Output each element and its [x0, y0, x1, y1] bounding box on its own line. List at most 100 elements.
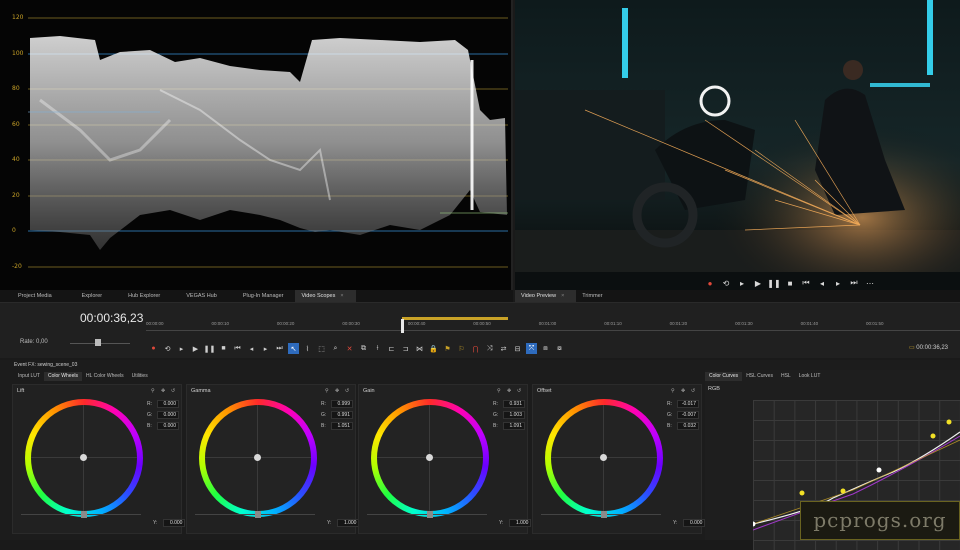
y-value-field[interactable]: 0.000: [683, 519, 706, 527]
rewind-button[interactable]: ◂: [817, 278, 827, 288]
playhead-cursor[interactable]: [401, 319, 404, 333]
reset-icon[interactable]: ↺: [517, 388, 521, 394]
auto-crossfade-button[interactable]: ⤨: [484, 343, 495, 354]
tab-explorer[interactable]: Explorer: [64, 290, 114, 302]
reset-icon[interactable]: ↺: [691, 388, 695, 394]
b-value-field[interactable]: 1.091: [503, 421, 525, 430]
forward-button[interactable]: ▸: [833, 278, 843, 288]
wheel-handle[interactable]: [254, 454, 261, 461]
b-value-field[interactable]: 0.000: [157, 421, 179, 430]
split-button[interactable]: ⟊: [372, 343, 383, 354]
zoom-tool-button[interactable]: ⌕: [330, 343, 341, 354]
play-from-start-button[interactable]: ▸: [176, 343, 187, 354]
y-value-field[interactable]: 0.000: [163, 519, 186, 527]
trim-end-button[interactable]: ⊐: [400, 343, 411, 354]
tab-trimmer[interactable]: Trimmer: [576, 290, 614, 302]
next-frame-button[interactable]: ⏭: [849, 278, 859, 288]
timeline-ruler[interactable]: 00:00:00 00:00:10 00:00:20 00:00:30 00:00:40…: [146, 319, 960, 333]
tab-hl-color-wheels[interactable]: HL Color Wheels: [82, 372, 128, 381]
more-options-icon[interactable]: ⋯: [865, 278, 875, 288]
previous-frame-button[interactable]: ◂: [246, 343, 257, 354]
tab-hub-explorer[interactable]: Hub Explorer: [114, 290, 172, 302]
marker-button[interactable]: ⚑: [442, 343, 453, 354]
play-button[interactable]: ▶: [190, 343, 201, 354]
tab-look-lut[interactable]: Look LUT: [795, 372, 825, 381]
g-value-field[interactable]: 0.000: [157, 410, 179, 419]
tab-video-scopes[interactable]: Video Scopes ×: [295, 290, 356, 302]
region-button[interactable]: ⚐: [456, 343, 467, 354]
normal-edit-tool-button[interactable]: ↖: [288, 343, 299, 354]
curve-point[interactable]: [930, 433, 936, 439]
play-button[interactable]: ▶: [753, 278, 763, 288]
b-value-field[interactable]: 1.051: [331, 421, 353, 430]
lock-envelopes-button[interactable]: 🔒: [428, 343, 439, 354]
luma-slider-knob[interactable]: [427, 511, 433, 518]
reset-icon[interactable]: ↺: [345, 388, 349, 394]
loop-region[interactable]: [402, 317, 508, 320]
loop-playback-button[interactable]: ⟲: [162, 343, 173, 354]
g-value-field[interactable]: -0.007: [677, 410, 699, 419]
target-icon[interactable]: ✥: [161, 388, 165, 394]
tab-utilities[interactable]: Utilities: [128, 372, 152, 381]
group-button[interactable]: ⧈: [540, 343, 551, 354]
y-value-field[interactable]: 1.000: [509, 519, 532, 527]
wheel-handle[interactable]: [80, 454, 87, 461]
tab-plugin-manager[interactable]: Plug-In Manager: [229, 290, 296, 302]
envelope-tool-button[interactable]: ⌇: [302, 343, 313, 354]
ignore-grouping-button[interactable]: ⊟: [512, 343, 523, 354]
pause-button[interactable]: ❚❚: [204, 343, 216, 354]
r-value-field[interactable]: -0.017: [677, 399, 699, 408]
tab-color-wheels[interactable]: Color Wheels: [43, 372, 82, 381]
eyedropper-icon[interactable]: ⚲: [325, 388, 329, 394]
eyedropper-icon[interactable]: ⚲: [497, 388, 501, 394]
trim-button[interactable]: ⧉: [358, 343, 369, 354]
selection-tool-button[interactable]: ⬚: [316, 343, 327, 354]
g-value-field[interactable]: 0.991: [331, 410, 353, 419]
target-icon[interactable]: ✥: [507, 388, 511, 394]
loop-button[interactable]: ⟲: [721, 278, 731, 288]
luma-slider-knob[interactable]: [601, 511, 607, 518]
rate-slider-knob[interactable]: [95, 339, 101, 346]
wheel-handle[interactable]: [600, 454, 607, 461]
ungroup-button[interactable]: ⧇: [554, 343, 565, 354]
snapping-button[interactable]: ⋂: [470, 343, 481, 354]
r-value-field[interactable]: 0.999: [331, 399, 353, 408]
go-to-start-button[interactable]: ⏮: [232, 343, 243, 354]
target-icon[interactable]: ✥: [681, 388, 685, 394]
curve-point[interactable]: [753, 521, 756, 527]
wheel-handle[interactable]: [426, 454, 433, 461]
luma-slider-knob[interactable]: [255, 511, 261, 518]
tab-hsl-curves[interactable]: HSL Curves: [742, 372, 777, 381]
eyedropper-icon[interactable]: ⚲: [671, 388, 675, 394]
play-from-start-button[interactable]: ▸: [737, 278, 747, 288]
auto-ripple-button[interactable]: ⇄: [498, 343, 509, 354]
g-value-field[interactable]: 1.003: [503, 410, 525, 419]
stop-button[interactable]: ■: [785, 278, 795, 288]
record-button[interactable]: ●: [705, 278, 715, 288]
tab-color-curves[interactable]: Color Curves: [705, 372, 743, 381]
tab-vegas-hub[interactable]: VEGAS Hub: [172, 290, 229, 302]
y-value-field[interactable]: 1.000: [337, 519, 360, 527]
tab-video-preview[interactable]: Video Preview ×: [515, 290, 577, 302]
tab-input-lut[interactable]: Input LUT: [14, 372, 44, 381]
curve-point[interactable]: [799, 490, 805, 496]
previous-frame-button[interactable]: ⏮: [801, 278, 811, 288]
r-value-field[interactable]: 0.000: [157, 399, 179, 408]
tab-hsl[interactable]: HSL: [777, 372, 795, 381]
trim-start-button[interactable]: ⊏: [386, 343, 397, 354]
ripple-button[interactable]: ⋈: [414, 343, 425, 354]
close-icon[interactable]: ×: [340, 293, 343, 299]
reset-icon[interactable]: ↺: [171, 388, 175, 394]
curve-point[interactable]: [946, 419, 952, 425]
curve-point[interactable]: [876, 467, 882, 473]
record-button[interactable]: ●: [148, 343, 159, 354]
stop-button[interactable]: ■: [218, 343, 229, 354]
b-value-field[interactable]: 0.032: [677, 421, 699, 430]
curve-point[interactable]: [840, 488, 846, 494]
close-icon[interactable]: ×: [561, 293, 564, 299]
lock-cursor-button[interactable]: ⤧: [526, 343, 537, 354]
pause-button[interactable]: ❚❚: [767, 278, 780, 288]
eyedropper-icon[interactable]: ⚲: [151, 388, 155, 394]
delete-button[interactable]: ✕: [344, 343, 355, 354]
luma-slider-knob[interactable]: [81, 511, 87, 518]
